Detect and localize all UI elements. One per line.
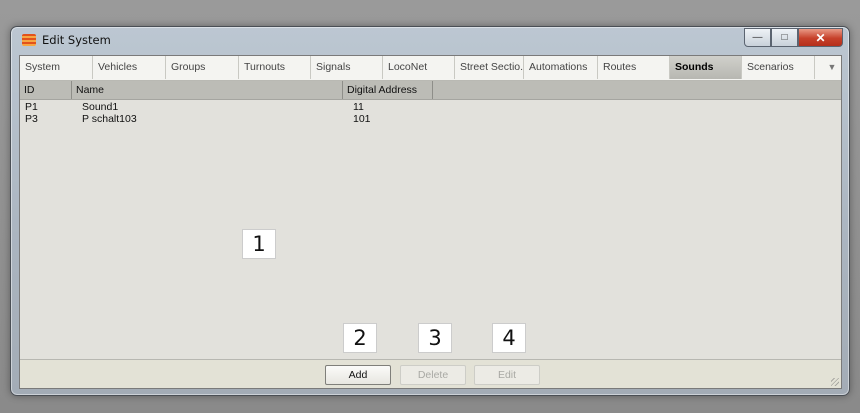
row-digital-address: 101 [353, 113, 371, 125]
row-name: Sound1 [82, 101, 119, 113]
resize-grip-icon[interactable] [831, 378, 839, 386]
callout-2: 2 [343, 323, 377, 353]
tab-system[interactable]: System [20, 56, 93, 79]
tab-automations[interactable]: Automations [524, 56, 598, 79]
client-area: System Vehicles Groups Turnouts Signals … [19, 55, 842, 389]
tab-vehicles[interactable]: Vehicles [93, 56, 166, 79]
minimize-button[interactable]: — [744, 28, 771, 47]
callout-3: 3 [418, 323, 452, 353]
caption-buttons: — □ ✕ [744, 28, 843, 47]
tab-strip: System Vehicles Groups Turnouts Signals … [20, 56, 841, 81]
maximize-button[interactable]: □ [771, 28, 798, 47]
chevron-down-icon[interactable]: ▼ [823, 56, 841, 79]
sounds-list[interactable]: ID Name Digital Address P1 Sound1 11 P3 … [20, 81, 841, 359]
table-row[interactable]: P3 P schalt103 101 [20, 113, 841, 125]
button-bar: Add Delete Edit [20, 359, 841, 388]
row-id: P3 [25, 113, 38, 125]
delete-button[interactable]: Delete [400, 365, 466, 385]
column-header-row: ID Name Digital Address [20, 81, 841, 100]
tab-street-sections[interactable]: Street Sectio.. [455, 56, 524, 79]
column-header-digital-address[interactable]: Digital Address [343, 81, 433, 99]
title-bar[interactable]: Edit System — □ ✕ [11, 27, 849, 53]
window-title: Edit System [42, 33, 111, 47]
row-name: P schalt103 [82, 113, 137, 125]
tab-groups[interactable]: Groups [166, 56, 239, 79]
column-header-id[interactable]: ID [20, 81, 72, 99]
tab-turnouts[interactable]: Turnouts [239, 56, 311, 79]
minimize-icon: — [752, 32, 763, 43]
tab-loconet[interactable]: LocoNet [383, 56, 455, 79]
tab-signals[interactable]: Signals [311, 56, 383, 79]
tab-scenarios[interactable]: Scenarios [742, 56, 815, 79]
row-digital-address: 11 [353, 101, 364, 113]
table-row[interactable]: P1 Sound1 11 [20, 101, 841, 113]
tab-routes[interactable]: Routes [598, 56, 670, 79]
tab-sounds[interactable]: Sounds [670, 56, 742, 79]
app-icon [22, 34, 36, 46]
column-header-name[interactable]: Name [72, 81, 343, 99]
close-icon: ✕ [815, 30, 826, 45]
callout-4: 4 [492, 323, 526, 353]
edit-system-window: Edit System — □ ✕ System Vehicles Groups… [10, 26, 850, 396]
row-id: P1 [25, 101, 38, 113]
add-button[interactable]: Add [325, 365, 391, 385]
close-button[interactable]: ✕ [798, 28, 843, 47]
maximize-icon: □ [781, 32, 788, 43]
callout-1: 1 [242, 229, 276, 259]
edit-button[interactable]: Edit [474, 365, 540, 385]
